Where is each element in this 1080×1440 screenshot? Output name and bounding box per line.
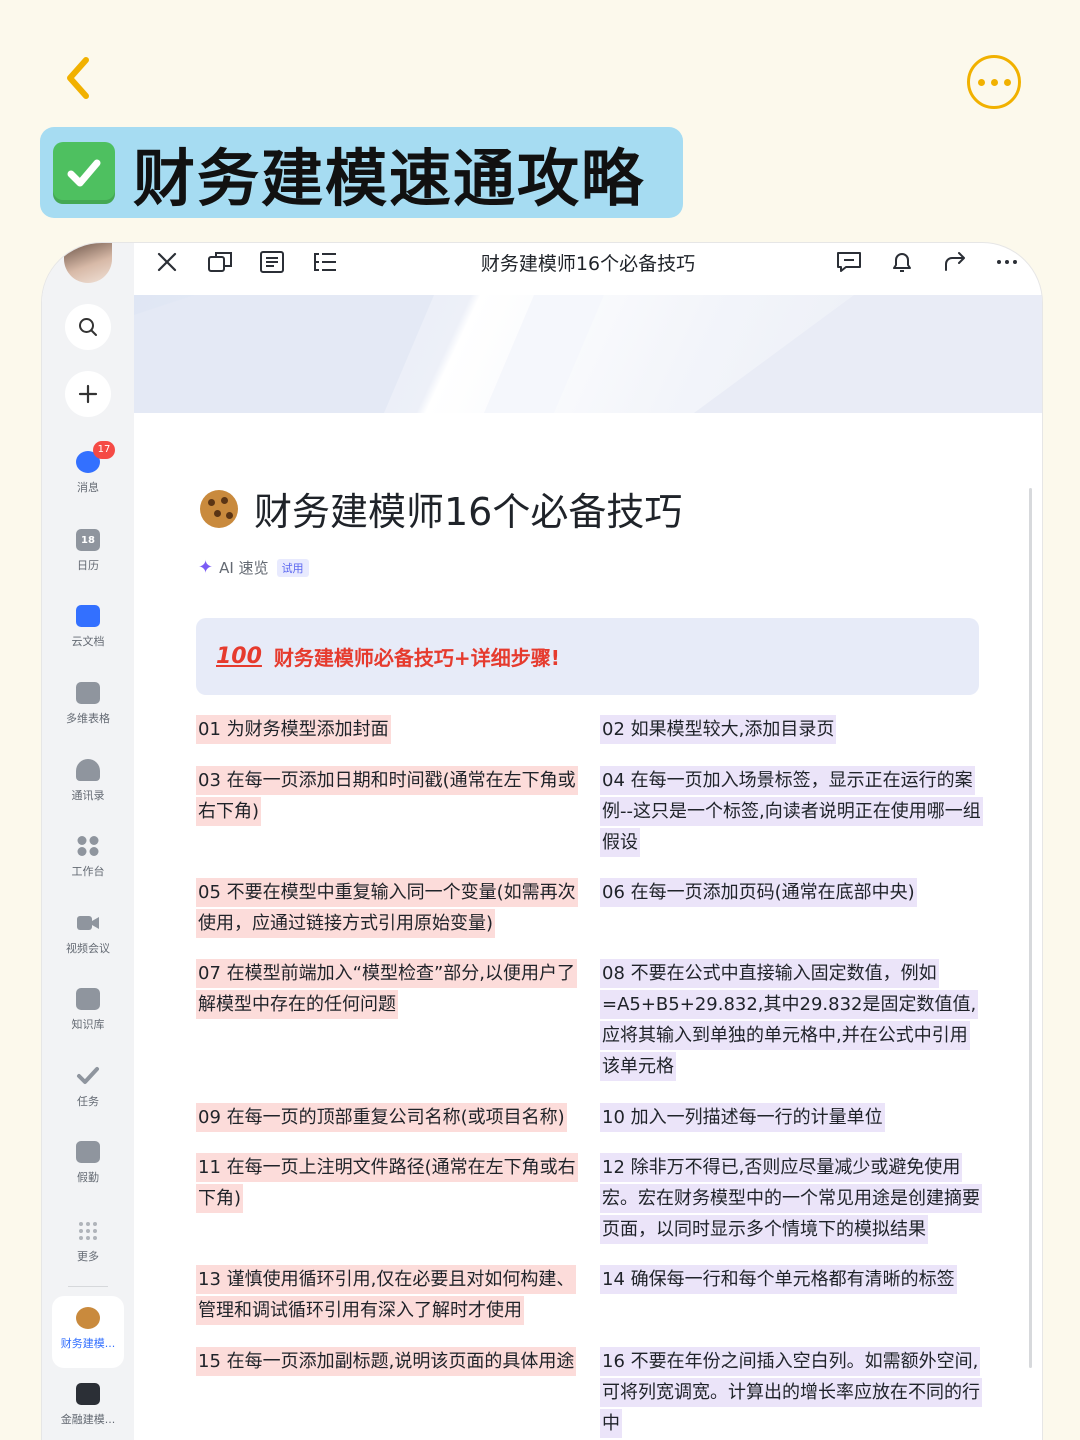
more-button[interactable]	[967, 55, 1021, 109]
sidebar-item-label: 多维表格	[66, 712, 110, 725]
sidebar-item-wiki[interactable]: 知识库	[42, 988, 134, 1056]
book-icon	[76, 988, 100, 1010]
sidebar-item-pinned-doc-2[interactable]: 金融建模...	[42, 1383, 134, 1440]
divider	[68, 1286, 108, 1287]
dot	[990, 78, 998, 86]
doc-heading: 财务建模师16个必备技巧	[200, 481, 682, 536]
sidebar-item-label: 视频会议	[66, 942, 110, 955]
sidebar-item-label: 消息	[77, 481, 99, 494]
apps-grid-icon	[76, 835, 100, 857]
sidebar-item-more[interactable]: 更多	[42, 1220, 134, 1288]
sparkle-icon: ✦	[198, 557, 214, 578]
callout-text: 财务建模师必备技巧+详细步骤!	[273, 646, 560, 670]
sidebar-item-video[interactable]: 视频会议	[42, 912, 134, 980]
sidebar-item-label: 通讯录	[71, 789, 105, 802]
calendar-date: 18	[81, 534, 95, 546]
sidebar-item-docs[interactable]: 云文档	[42, 605, 134, 673]
ai-label: AI 速览	[219, 559, 269, 577]
sidebar-item-base[interactable]: 多维表格	[42, 682, 134, 750]
ai-summary[interactable]: ✦ AI 速览 试用	[198, 557, 309, 578]
calendar-icon: 18	[76, 529, 100, 551]
tip-item: 07 在模型前端加入“模型检查”部分,以便用户了解模型中存在的任何问题	[196, 958, 578, 1020]
comment-icon	[837, 252, 861, 272]
tip-item: 08 不要在公式中直接输入固定数值，例如=A5+B5+29.832,其中29.8…	[600, 958, 982, 1082]
banner-title: 财务建模速通攻略	[133, 141, 646, 215]
more-options-button[interactable]	[992, 247, 1022, 277]
spreadsheet-icon	[76, 1383, 100, 1405]
app-window: 17 消息 18 日历 云文档 多维表格 通讯录 工作台 视频会议 知识库 任务…	[42, 243, 1042, 1440]
tip-item: 03 在每一页添加日期和时间戳(通常在左下角或右下角)	[196, 765, 578, 827]
callout-block: 100 财务建模师必备技巧+详细步骤!	[196, 618, 979, 695]
sidebar-item-label: 财务建模...	[60, 1337, 116, 1350]
attendance-icon	[76, 1141, 100, 1163]
tip-item: 09 在每一页的顶部重复公司名称(或项目名称)	[196, 1102, 578, 1133]
document-icon	[76, 605, 100, 627]
checkmark-icon	[76, 1065, 100, 1087]
table-icon	[76, 682, 100, 704]
cookie-icon	[76, 1307, 100, 1329]
cover-image	[134, 295, 1042, 413]
sidebar-item-label: 任务	[77, 1095, 99, 1108]
title-banner: 财务建模速通攻略	[40, 127, 683, 218]
tip-item: 16 不要在年份之间插入空白列。如需额外空间,可将列宽调宽。计算出的增长率应放在…	[600, 1346, 982, 1439]
tip-item: 14 确保每一行和每个单元格都有清晰的标签	[600, 1264, 982, 1295]
check-icon	[53, 141, 115, 204]
avatar[interactable]	[64, 243, 112, 283]
sidebar-item-label: 日历	[77, 559, 99, 572]
add-button[interactable]	[65, 371, 111, 417]
tip-item: 15 在每一页添加副标题,说明该页面的具体用途	[196, 1346, 578, 1377]
dot	[977, 78, 985, 86]
more-icon	[997, 260, 1017, 264]
sidebar-item-label: 假勤	[77, 1171, 99, 1184]
sidebar-item-label: 更多	[77, 1250, 99, 1263]
search-icon	[79, 318, 97, 336]
tip-item: 06 在每一页添加页码(通常在底部中央)	[600, 877, 982, 908]
sidebar-item-label: 知识库	[71, 1018, 105, 1031]
doc-toolbar: 财务建模师16个必备技巧	[134, 243, 1042, 295]
document-area: 财务建模师16个必备技巧 财务建模师16个必备技巧 ✦ AI 速览 试用 100…	[134, 243, 1042, 1440]
heading-text: 财务建模师16个必备技巧	[254, 490, 683, 534]
tip-item: 11 在每一页上注明文件路径(通常在左下角或右下角)	[196, 1152, 578, 1214]
sidebar-item-messages[interactable]: 17 消息	[42, 441, 134, 519]
sidebar-item-contacts[interactable]: 通讯录	[42, 759, 134, 827]
unread-badge: 17	[93, 441, 115, 459]
sidebar-item-calendar[interactable]: 18 日历	[42, 529, 134, 597]
contacts-icon	[76, 759, 100, 781]
chevron-left-icon	[67, 57, 89, 99]
notification-button[interactable]	[887, 247, 917, 277]
sidebar-item-pinned-doc[interactable]: 财务建模...	[42, 1307, 134, 1375]
tip-item: 12 除非万不得已,否则应尽量减少或避免使用宏。宏在财务模型中的一个常见用途是创…	[600, 1152, 982, 1245]
sidebar-item-label: 金融建模...	[60, 1413, 116, 1426]
tip-item: 04 在每一页加入场景标签，显示正在运行的案例--这只是一个标签,向读者说明正在…	[600, 765, 983, 858]
tip-item: 13 谨慎使用循环引用,仅在必要且对如何构建、管理和调试循环引用有深入了解时才使…	[196, 1264, 578, 1326]
tip-item: 01 为财务模型添加封面	[196, 714, 578, 745]
video-camera-icon	[76, 912, 100, 934]
sidebar-item-label: 云文档	[71, 635, 105, 648]
scrollbar[interactable]	[1029, 488, 1032, 1368]
bell-icon	[893, 253, 911, 272]
tip-item: 02 如果模型较大,添加目录页	[600, 714, 982, 745]
sidebar-item-label: 工作台	[71, 865, 105, 878]
sidebar-item-workplace[interactable]: 工作台	[42, 835, 134, 903]
search-button[interactable]	[65, 304, 111, 350]
sidebar-item-attendance[interactable]: 假勤	[42, 1141, 134, 1209]
tip-item: 05 不要在模型中重复输入同一个变量(如需再次使用，应通过链接方式引用原始变量)	[196, 877, 578, 939]
plus-icon	[78, 384, 98, 404]
chat-icon: 17	[76, 441, 115, 473]
cookie-icon	[200, 489, 238, 528]
share-button[interactable]	[940, 247, 970, 277]
hundred-points-icon: 100	[216, 644, 262, 669]
sidebar: 17 消息 18 日历 云文档 多维表格 通讯录 工作台 视频会议 知识库 任务…	[42, 243, 134, 1440]
comments-button[interactable]	[834, 247, 864, 277]
share-icon	[945, 252, 965, 271]
sidebar-item-tasks[interactable]: 任务	[42, 1065, 134, 1133]
back-button[interactable]	[60, 52, 100, 104]
dots-grid-icon	[76, 1220, 100, 1242]
dot	[1003, 78, 1011, 86]
tip-item: 10 加入一列描述每一行的计量单位	[600, 1102, 982, 1133]
trial-badge: 试用	[276, 558, 309, 577]
